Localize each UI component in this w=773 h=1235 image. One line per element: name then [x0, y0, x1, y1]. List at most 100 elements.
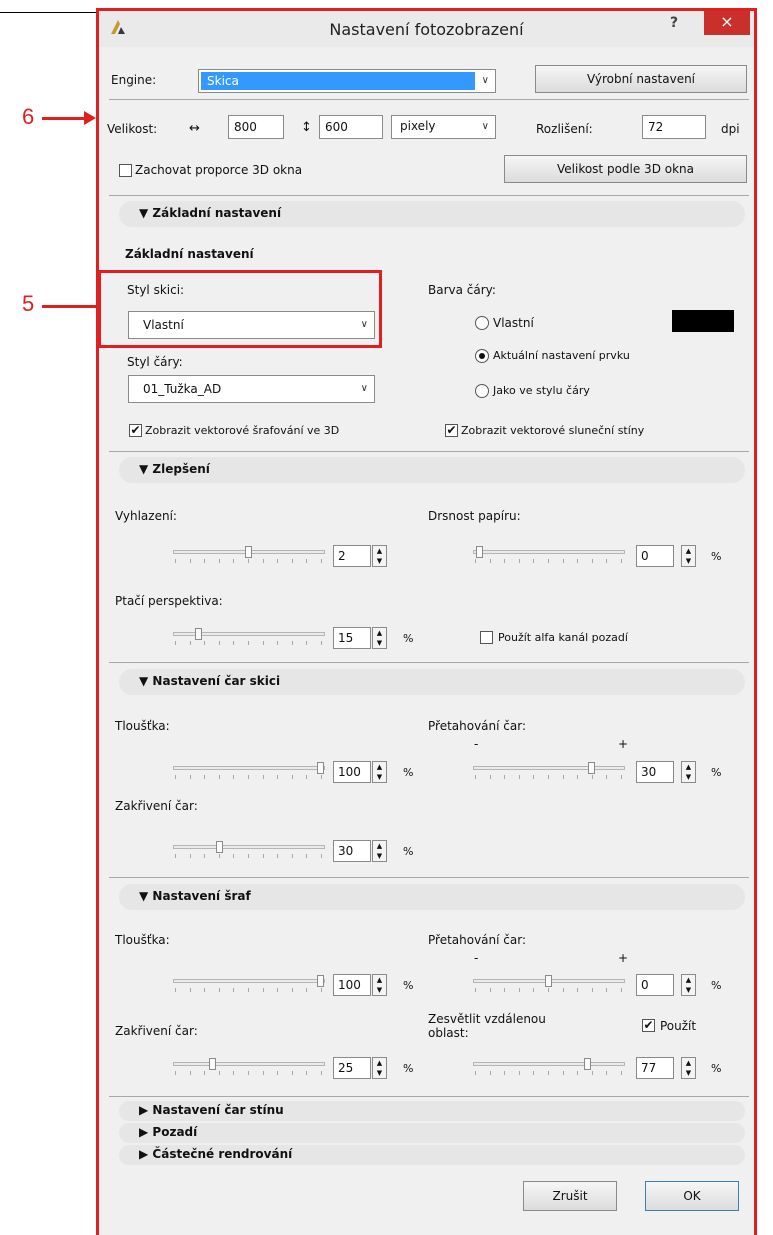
- sketch-overdraw-spinner[interactable]: ▲ ▼: [681, 761, 696, 783]
- hatch-thickness-slider[interactable]: [173, 975, 325, 996]
- slider-thumb[interactable]: [317, 975, 324, 987]
- color-custom-radio[interactable]: [475, 316, 489, 330]
- fade-distant-slider[interactable]: [473, 1058, 625, 1079]
- birdseye-spinner[interactable]: ▲ ▼: [372, 627, 387, 649]
- smoothing-spinner[interactable]: ▲ ▼: [372, 545, 387, 567]
- cancel-button[interactable]: Zrušit: [523, 1181, 617, 1211]
- section-basic-settings[interactable]: ▼ Základní nastavení: [119, 201, 745, 227]
- show-vector-hatch-checkbox[interactable]: ✔: [129, 424, 142, 437]
- birdseye-input[interactable]: 15: [333, 627, 371, 649]
- hatch-curvature-input[interactable]: 25: [333, 1057, 371, 1079]
- slider-tick: [263, 1071, 264, 1075]
- birdseye-slider[interactable]: [173, 628, 325, 649]
- hatch-thickness-input[interactable]: 100: [333, 974, 371, 996]
- separator: [109, 195, 749, 196]
- help-button[interactable]: ?: [670, 15, 678, 31]
- slider-tick: [263, 559, 264, 563]
- slider-tick: [277, 775, 278, 779]
- slider-thumb[interactable]: [245, 546, 252, 558]
- slider-thumb[interactable]: [209, 1058, 216, 1070]
- hatch-overdraw-input[interactable]: 0: [636, 974, 674, 996]
- slider-tick: [277, 988, 278, 992]
- engine-dropdown[interactable]: Skica ∨: [198, 69, 496, 93]
- slider-tick: [533, 775, 534, 779]
- height-input[interactable]: 600: [319, 115, 383, 139]
- section-hatch[interactable]: ▼ Nastavení šraf: [119, 884, 745, 910]
- paper-roughness-input[interactable]: 0: [636, 545, 674, 567]
- title-bar: Nastavení fotozobrazení ? ×: [99, 11, 754, 47]
- show-vector-shadows-checkbox[interactable]: ✔: [445, 424, 458, 437]
- slider-track[interactable]: [173, 845, 325, 849]
- section-hatch-title: Nastavení šraf: [152, 889, 251, 903]
- line-style-dropdown[interactable]: 01_Tužka_AD ∨: [128, 375, 375, 403]
- slider-tick: [306, 775, 307, 779]
- factory-defaults-button[interactable]: Výrobní nastavení: [535, 65, 747, 93]
- fade-use-checkbox[interactable]: ✔: [642, 1019, 655, 1032]
- slider-tick: [533, 559, 534, 563]
- slider-tick: [233, 559, 234, 563]
- hatch-curvature-spinner[interactable]: ▲ ▼: [372, 1057, 387, 1079]
- section-sketch-lines[interactable]: ▼ Nastavení čar skici: [119, 669, 745, 695]
- section-partial-render[interactable]: ▶ Částečné rendrování: [119, 1145, 745, 1165]
- slider-tick: [292, 775, 293, 779]
- hatch-overdraw-spinner[interactable]: ▲ ▼: [681, 974, 696, 996]
- close-button[interactable]: ×: [704, 11, 750, 35]
- slider-tick: [519, 988, 520, 992]
- slider-track[interactable]: [173, 766, 325, 770]
- sketch-thickness-spinner[interactable]: ▲ ▼: [372, 761, 387, 783]
- slider-tick: [263, 854, 264, 858]
- slider-track[interactable]: [173, 979, 325, 983]
- unit-dropdown[interactable]: pixely ∨: [391, 115, 496, 139]
- slider-thumb[interactable]: [216, 841, 223, 853]
- section-shadow-lines[interactable]: ▶ Nastavení čar stínu: [119, 1101, 745, 1121]
- color-current-radio[interactable]: [475, 349, 489, 363]
- slider-tick: [219, 641, 220, 645]
- alpha-channel-checkbox[interactable]: [480, 631, 493, 644]
- sketch-overdraw-input[interactable]: 30: [636, 761, 674, 783]
- sketch-curvature-spinner[interactable]: ▲ ▼: [372, 840, 387, 862]
- slider-thumb[interactable]: [545, 975, 552, 987]
- sketch-curvature-input[interactable]: 30: [333, 840, 371, 862]
- slider-thumb[interactable]: [317, 762, 324, 774]
- hatch-curvature-slider[interactable]: [173, 1058, 325, 1079]
- smoothing-input[interactable]: 2: [333, 545, 371, 567]
- separator: [109, 451, 749, 452]
- resolution-input[interactable]: 72: [642, 115, 706, 139]
- slider-tick: [577, 559, 578, 563]
- paper-roughness-spinner[interactable]: ▲ ▼: [681, 545, 696, 567]
- line-color-swatch[interactable]: [672, 310, 734, 332]
- slider-tick: [504, 559, 505, 563]
- show-vector-hatch-label: Zobrazit vektorové šrafování ve 3D: [145, 424, 340, 437]
- slider-track[interactable]: [173, 1062, 325, 1066]
- slider-thumb[interactable]: [476, 546, 483, 558]
- slider-track[interactable]: [473, 1062, 625, 1066]
- paper-roughness-slider[interactable]: [473, 546, 625, 567]
- hatch-thickness-spinner[interactable]: ▲ ▼: [372, 974, 387, 996]
- color-line-style-radio[interactable]: [475, 384, 489, 398]
- fit-3d-window-button[interactable]: Velikost podle 3D okna: [504, 155, 747, 183]
- section-background[interactable]: ▶ Pozadí: [119, 1123, 745, 1143]
- slider-tick: [606, 559, 607, 563]
- section-improvements[interactable]: ▼ Zlepšení: [119, 457, 745, 483]
- smoothing-slider[interactable]: [173, 546, 325, 567]
- fade-distant-spinner[interactable]: ▲ ▼: [681, 1057, 696, 1079]
- sketch-thickness-slider[interactable]: [173, 762, 325, 783]
- hatch-overdraw-slider[interactable]: [473, 975, 625, 996]
- sketch-curvature-slider[interactable]: [173, 841, 325, 862]
- slider-track[interactable]: [473, 550, 625, 554]
- fade-distant-input[interactable]: 77: [636, 1057, 674, 1079]
- sketch-overdraw-label: Přetahování čar:: [428, 719, 527, 733]
- keep-ratio-checkbox[interactable]: [119, 164, 132, 177]
- ok-button[interactable]: OK: [645, 1181, 739, 1211]
- slider-thumb[interactable]: [588, 762, 595, 774]
- sketch-overdraw-slider[interactable]: [473, 762, 625, 783]
- sketch-thickness-input[interactable]: 100: [333, 761, 371, 783]
- slider-thumb[interactable]: [195, 628, 202, 640]
- width-input[interactable]: 800: [228, 115, 284, 139]
- separator: [109, 99, 749, 100]
- slider-tick: [190, 559, 191, 563]
- slider-thumb[interactable]: [584, 1058, 591, 1070]
- slider-tick: [204, 559, 205, 563]
- slider-track[interactable]: [473, 766, 625, 770]
- slider-tick: [219, 988, 220, 992]
